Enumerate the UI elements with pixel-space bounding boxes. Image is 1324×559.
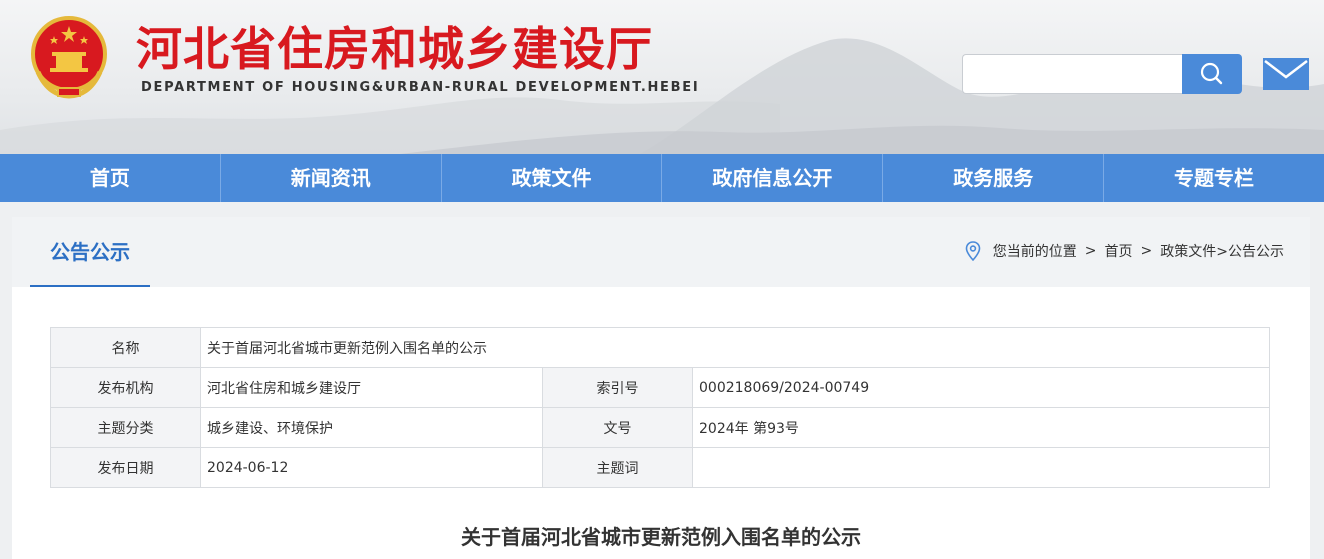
publisher-value: 河北省住房和城乡建设厅 bbox=[200, 367, 543, 408]
nav-item-services[interactable]: 政务服务 bbox=[883, 154, 1105, 202]
breadcrumb-separator: > bbox=[1140, 243, 1153, 259]
docno-value: 2024年 第93号 bbox=[692, 407, 1270, 448]
category-label: 主题分类 bbox=[50, 407, 201, 448]
breadcrumb-separator: > bbox=[1084, 243, 1097, 259]
breadcrumb-prefix: 您当前的位置 bbox=[992, 244, 1077, 260]
document-meta-table: 名称 关于首届河北省城市更新范例入围名单的公示 发布机构 河北省住房和城乡建设厅… bbox=[50, 327, 1270, 488]
nav-item-home[interactable]: 首页 bbox=[0, 154, 221, 202]
breadcrumb-home-link[interactable]: 首页 bbox=[1105, 241, 1133, 261]
breadcrumb: 您当前的位置 > 首页 > 政策文件>公告公示 bbox=[965, 241, 1284, 261]
docno-label: 文号 bbox=[542, 407, 693, 448]
name-value: 关于首届河北省城市更新范例入围名单的公示 bbox=[200, 327, 1270, 368]
index-value: 000218069/2024-00749 bbox=[692, 367, 1270, 408]
mail-button[interactable] bbox=[1262, 57, 1310, 91]
name-label: 名称 bbox=[50, 327, 201, 368]
site-subtitle: DEPARTMENT OF HOUSING&URBAN-RURAL DEVELO… bbox=[141, 80, 700, 95]
table-row: 主题分类 城乡建设、环境保护 文号 2024年 第93号 bbox=[50, 407, 1270, 448]
site-title: 河北省住房和城乡建设厅 bbox=[136, 22, 653, 76]
index-label: 索引号 bbox=[542, 367, 693, 408]
main-nav: 首页 新闻资讯 政策文件 政府信息公开 政务服务 专题专栏 bbox=[0, 154, 1324, 202]
publisher-label: 发布机构 bbox=[50, 367, 201, 408]
category-value: 城乡建设、环境保护 bbox=[200, 407, 543, 448]
search-button[interactable] bbox=[1182, 54, 1242, 94]
nav-item-news[interactable]: 新闻资讯 bbox=[221, 154, 442, 202]
date-label: 发布日期 bbox=[50, 447, 201, 488]
search-icon bbox=[1200, 62, 1223, 85]
national-emblem-icon bbox=[31, 16, 107, 99]
location-pin-icon bbox=[965, 241, 981, 261]
table-row: 发布日期 2024-06-12 主题词 bbox=[50, 447, 1270, 488]
nav-item-topics[interactable]: 专题专栏 bbox=[1104, 154, 1324, 202]
nav-item-policy[interactable]: 政策文件 bbox=[442, 154, 663, 202]
document-title: 关于首届河北省城市更新范例入围名单的公示 bbox=[461, 525, 861, 549]
breadcrumb-path-link[interactable]: 政策文件>公告公示 bbox=[1160, 241, 1284, 261]
keyword-label: 主题词 bbox=[542, 447, 693, 488]
search-input[interactable] bbox=[962, 54, 1182, 94]
site-header: 河北省住房和城乡建设厅 DEPARTMENT OF HOUSING&URBAN-… bbox=[0, 0, 1324, 154]
keyword-value bbox=[692, 447, 1270, 488]
mail-icon bbox=[1263, 58, 1309, 90]
panel-title[interactable]: 公告公示 bbox=[30, 217, 150, 287]
content-panel: 公告公示 您当前的位置 > 首页 > 政策文件>公告公示 名称 关于首届河北省城… bbox=[12, 217, 1310, 559]
panel-header: 公告公示 您当前的位置 > 首页 > 政策文件>公告公示 bbox=[12, 217, 1310, 287]
date-value: 2024-06-12 bbox=[200, 447, 543, 488]
table-row: 名称 关于首届河北省城市更新范例入围名单的公示 bbox=[50, 327, 1270, 368]
nav-item-gov-info[interactable]: 政府信息公开 bbox=[662, 154, 884, 202]
table-row: 发布机构 河北省住房和城乡建设厅 索引号 000218069/2024-0074… bbox=[50, 367, 1270, 408]
